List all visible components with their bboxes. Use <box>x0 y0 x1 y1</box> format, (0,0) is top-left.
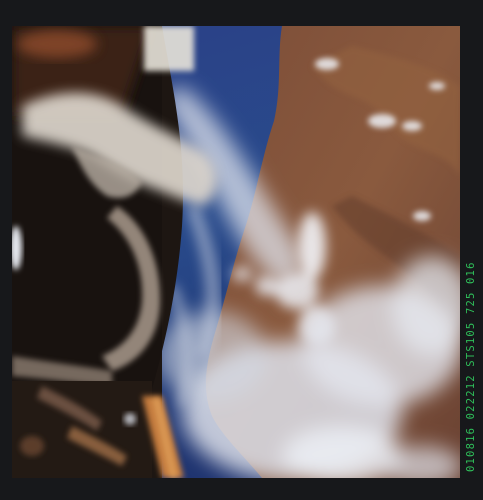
earth-photo <box>12 26 460 478</box>
photo-canvas <box>12 26 460 478</box>
film-frame-code: 010816 022212 STS105 725 016 <box>465 261 477 472</box>
